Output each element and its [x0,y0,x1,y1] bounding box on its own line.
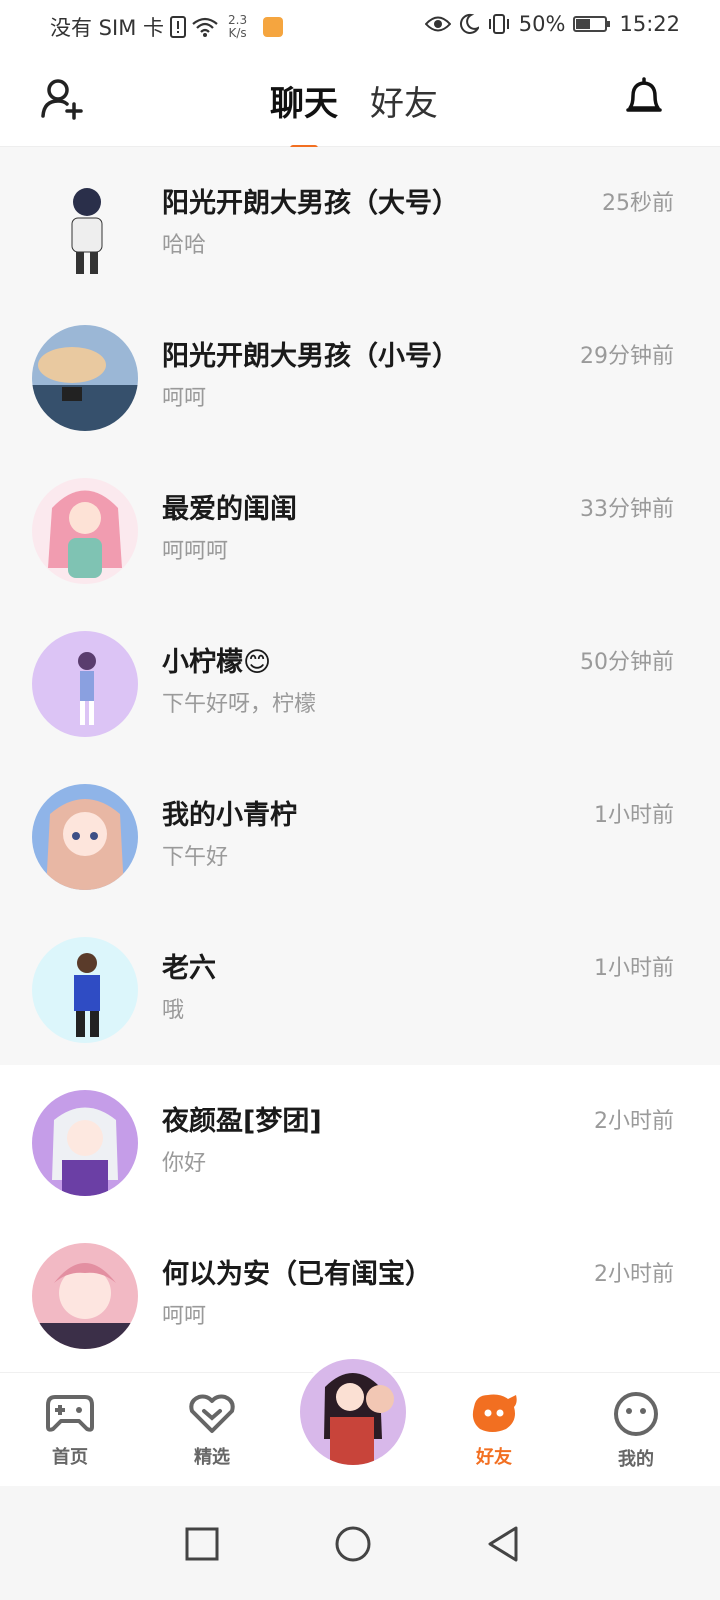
chat-row[interactable]: 我的小青柠 下午好 1小时前 [0,759,720,912]
chat-name: 最爱的闺闺 [162,494,297,525]
chat-row[interactable]: 阳光开朗大男孩（大号） 哈哈 25秒前 [0,147,720,300]
chat-row[interactable]: 最爱的闺闺 呵呵呵 33分钟前 [0,453,720,606]
eye-icon [424,16,451,32]
nav-home[interactable]: 首页 [20,1391,120,1469]
vibrate-icon [488,14,509,34]
chat-time: 1小时前 [594,803,674,828]
chat-row[interactable]: 老六 哦 1小时前 [0,912,720,1065]
nav-home-label: 首页 [52,1447,88,1468]
chat-time: 2小时前 [594,1109,674,1134]
nav-mine-label: 我的 [618,1449,654,1470]
avatar [32,172,138,278]
nav-featured[interactable]: 精选 [162,1391,262,1469]
chat-time: 25秒前 [602,191,674,216]
avatar [32,784,138,890]
top-bar: 聊天 好友 [0,50,720,151]
nav-friends-label: 好友 [476,1447,512,1468]
chat-name: 老六 [162,953,216,984]
chat-last-message: 下午好 [162,845,229,870]
system-nav-bar [0,1486,720,1600]
tab-friends[interactable]: 好友 [370,76,438,125]
chat-time: 1小时前 [594,956,674,981]
bell-icon[interactable] [622,76,666,120]
sim-alert-icon [170,16,186,38]
battery-percent: 50% [518,12,566,36]
chat-row[interactable]: 阳光开朗大男孩（小号） 呵呵 29分钟前 [0,300,720,453]
app-notification-icon [263,17,284,37]
chat-last-message: 呵呵 [162,1304,207,1329]
chat-name: 小柠檬😊 [162,647,272,678]
gamepad-icon [46,1395,94,1432]
carrier-text: 没有 SIM 卡 [50,16,164,40]
wifi-icon [192,17,218,37]
chat-last-message: 下午好呀，柠檬 [162,692,317,717]
avatar [32,1090,138,1196]
speed-unit: K/s [228,26,247,40]
tab-chat-label: 聊天 [270,84,338,124]
chat-name: 阳光开朗大男孩（小号） [162,341,459,372]
nav-mine[interactable]: 我的 [586,1391,686,1471]
heart-badge-icon [189,1394,235,1433]
chat-name: 何以为安（已有闺宝） [162,1259,432,1290]
chat-last-message: 哦 [162,998,185,1023]
status-bar: 没有 SIM 卡 2.3 K/s 50% 15:22 [0,0,720,50]
chat-last-message: 呵呵 [162,386,207,411]
nav-featured-label: 精选 [194,1447,230,1468]
chat-row[interactable]: 小柠檬😊 下午好呀，柠檬 50分钟前 [0,606,720,759]
avatar [32,631,138,737]
network-speed: 2.3 K/s [228,14,247,40]
chat-last-message: 呵呵呵 [162,539,229,564]
face-icon [614,1392,658,1436]
header-tabs: 聊天 好友 [270,76,438,151]
friends-blob-icon [472,1394,517,1432]
tab-friends-label: 好友 [370,84,438,124]
chat-last-message: 哈哈 [162,233,207,258]
clock: 15:22 [619,12,680,36]
battery-icon [573,16,611,32]
home-button-icon[interactable] [333,1524,373,1564]
chat-time: 33分钟前 [580,497,674,522]
chat-last-message: 你好 [162,1151,207,1176]
avatar [32,478,138,584]
tab-chat[interactable]: 聊天 [270,76,338,151]
avatar [300,1359,406,1465]
recents-button-icon[interactable] [182,1524,222,1564]
center-character-button[interactable] [297,1356,409,1468]
chat-time: 50分钟前 [580,650,674,675]
chat-name: 夜颜盈[梦团] [162,1106,322,1137]
moon-icon [459,13,479,34]
chat-list: 阳光开朗大男孩（大号） 哈哈 25秒前 阳光开朗大男孩（小号） 呵呵 29分钟前… [0,147,720,1371]
chat-time: 2小时前 [594,1262,674,1287]
chat-time: 29分钟前 [580,344,674,369]
chat-name: 我的小青柠 [162,800,297,831]
add-friend-icon[interactable] [40,76,84,120]
nav-friends[interactable]: 好友 [444,1391,544,1469]
chat-name: 阳光开朗大男孩（大号） [162,188,459,219]
avatar [32,937,138,1043]
avatar [32,1243,138,1349]
chat-row[interactable]: 夜颜盈[梦团] 你好 2小时前 [0,1065,720,1218]
back-button-icon[interactable] [484,1524,524,1564]
avatar [32,325,138,431]
